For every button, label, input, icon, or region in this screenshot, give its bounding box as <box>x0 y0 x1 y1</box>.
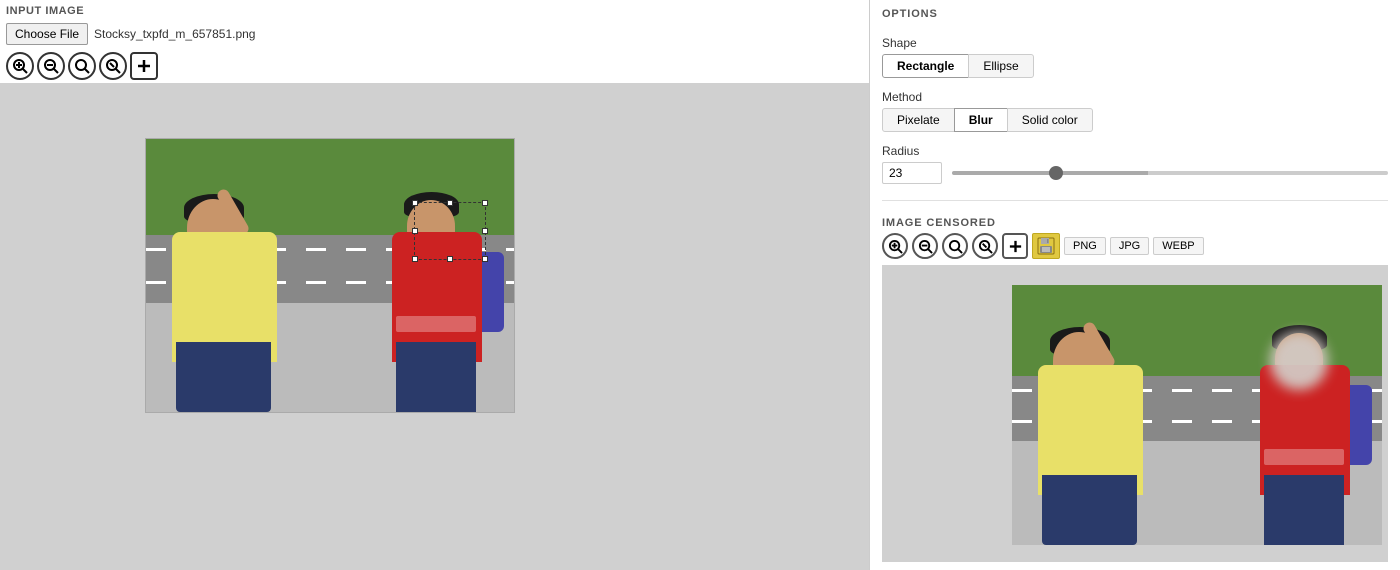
options-title: OPTIONS <box>882 8 1388 20</box>
zoom-in-button-right[interactable] <box>882 233 908 259</box>
shape-ellipse-button[interactable]: Ellipse <box>968 54 1033 78</box>
censored-person1 <box>1020 305 1175 545</box>
file-name: Stocksy_txpfd_m_657851.png <box>94 27 255 41</box>
add-button-right[interactable] <box>1002 233 1028 259</box>
person2-jeans <box>396 342 476 412</box>
person1 <box>154 172 309 412</box>
choose-file-button[interactable]: Choose File <box>6 23 88 45</box>
method-section: Method Pixelate Blur Solid color <box>882 90 1388 132</box>
radius-slider[interactable] <box>952 171 1388 175</box>
method-pixelate-button[interactable]: Pixelate <box>882 108 955 132</box>
radius-section: Radius <box>882 144 1388 184</box>
input-image-container <box>145 138 515 413</box>
method-button-group: Pixelate Blur Solid color <box>882 108 1388 132</box>
shape-rectangle-button[interactable]: Rectangle <box>882 54 969 78</box>
method-label: Method <box>882 90 1388 104</box>
png-button[interactable]: PNG <box>1064 237 1106 255</box>
censored-image-container <box>1012 285 1382 545</box>
person2-jacket-text <box>396 316 476 332</box>
jpg-button[interactable]: JPG <box>1110 237 1149 255</box>
zoom-out-button-left[interactable] <box>37 52 65 80</box>
censored-toolbar: PNG JPG WEBP <box>882 233 1388 259</box>
file-row: Choose File Stocksy_txpfd_m_657851.png <box>0 19 869 49</box>
zoom-toolbar-left <box>0 49 869 83</box>
radius-row <box>882 162 1388 184</box>
shape-label: Shape <box>882 36 1388 50</box>
zoom-in-button-left[interactable] <box>6 52 34 80</box>
zoom-reset-button-right[interactable] <box>972 233 998 259</box>
method-solidcolor-button[interactable]: Solid color <box>1007 108 1093 132</box>
webp-button[interactable]: WEBP <box>1153 237 1203 255</box>
zoom-fit-button-right[interactable] <box>942 233 968 259</box>
censored-person2 <box>1252 305 1377 545</box>
blur-overlay <box>1270 332 1328 390</box>
image-censored-label: IMAGE CENSORED <box>882 217 1388 229</box>
radius-label: Radius <box>882 144 1388 158</box>
save-button[interactable] <box>1032 233 1060 259</box>
zoom-fit-button-left[interactable] <box>68 52 96 80</box>
zoom-out-button-right[interactable] <box>912 233 938 259</box>
radius-input[interactable] <box>882 162 942 184</box>
method-blur-button[interactable]: Blur <box>954 108 1008 132</box>
right-panel: OPTIONS Shape Rectangle Ellipse Method P… <box>870 0 1400 570</box>
person2 <box>384 172 509 412</box>
input-image <box>146 139 514 412</box>
divider <box>882 200 1388 201</box>
input-canvas[interactable] <box>0 83 869 570</box>
input-image-label: INPUT IMAGE <box>0 0 869 19</box>
image-censored-section: IMAGE CENSORED <box>882 217 1388 562</box>
person1-jeans <box>176 342 271 412</box>
shape-button-group: Rectangle Ellipse <box>882 54 1388 78</box>
zoom-reset-button-left[interactable] <box>99 52 127 80</box>
left-panel: INPUT IMAGE Choose File Stocksy_txpfd_m_… <box>0 0 870 570</box>
add-region-button-left[interactable] <box>130 52 158 80</box>
shape-section: Shape Rectangle Ellipse <box>882 36 1388 78</box>
censored-canvas[interactable] <box>882 265 1388 562</box>
